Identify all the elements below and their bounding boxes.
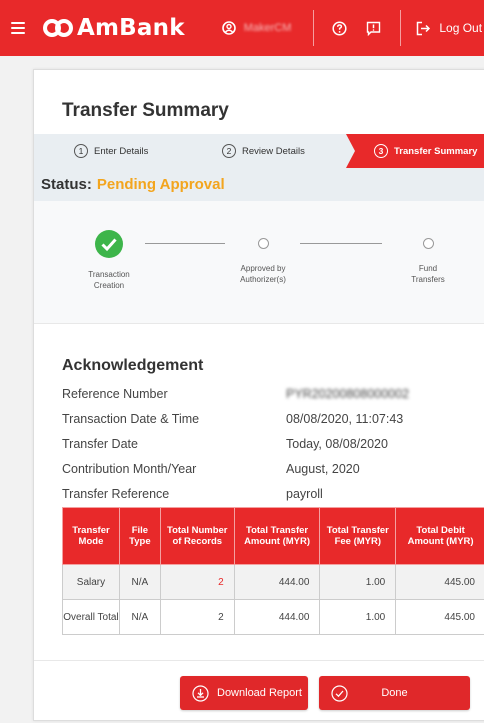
table-cell: 1.00 <box>319 599 397 635</box>
detail-value: 08/08/2020, 11:07:43 <box>286 412 404 426</box>
detail-label: Transaction Date & Time <box>62 412 200 426</box>
progress-label: Transaction <box>88 270 130 279</box>
progress-step-creation: Transaction Creation <box>69 229 149 291</box>
step-review-details: 2 Review Details <box>222 134 305 168</box>
step-enter-details: 1 Enter Details <box>74 134 148 168</box>
top-bar: AmBank MakerCM Log Out <box>0 0 484 56</box>
table-cell-link[interactable]: 2 <box>159 564 235 600</box>
step-label: Review Details <box>242 145 305 157</box>
status-line: Status: Pending Approval <box>34 168 484 201</box>
help-icon[interactable] <box>332 20 347 36</box>
table-header-row: Transfer Mode File Type Total Number of … <box>62 507 484 565</box>
detail-label: Transfer Date <box>62 437 138 451</box>
ambank-logo-icon <box>43 19 73 37</box>
detail-value: Today, 08/08/2020 <box>286 437 388 451</box>
page-title: Transfer Summary <box>62 100 229 121</box>
progress-label: Approved by <box>240 264 286 273</box>
table-cell: 1.00 <box>319 564 397 600</box>
detail-value: August, 2020 <box>286 462 360 476</box>
table-header: File Type <box>118 507 161 565</box>
brand-name: AmBank <box>77 15 185 41</box>
progress-connector <box>300 243 382 244</box>
user-icon <box>221 21 236 35</box>
status-label: Status: <box>41 176 92 193</box>
table-cell: 445.00 <box>395 564 484 600</box>
table-header: Total Transfer Fee (MYR) <box>319 507 397 565</box>
check-icon <box>331 684 348 702</box>
acknowledgement-title: Acknowledgement <box>62 357 204 374</box>
download-report-button[interactable]: Download Report <box>180 676 308 710</box>
detail-value: PYR20200808000002 <box>286 387 410 401</box>
table-cell: 444.00 <box>233 599 321 635</box>
status-value: Pending Approval <box>96 176 225 193</box>
table-cell: Salary <box>62 564 120 600</box>
progress-label: Transfers <box>411 275 445 284</box>
download-icon <box>192 684 209 702</box>
table-cell: Overall Total <box>62 599 120 635</box>
detail-label: Contribution Month/Year <box>62 462 197 476</box>
table-cell: N/A <box>118 564 161 600</box>
detail-label: Reference Number <box>62 387 168 401</box>
table-row: Salary N/A 2 444.00 1.00 445.00 <box>62 564 484 600</box>
progress-connector <box>145 243 225 244</box>
step-transfer-summary: 3 Transfer Summary <box>346 134 484 168</box>
detail-label: Transfer Reference <box>62 487 170 501</box>
feedback-icon[interactable] <box>366 21 381 36</box>
header-divider <box>400 10 402 46</box>
step-number: 2 <box>222 144 236 158</box>
stepper: 1 Enter Details 2 Review Details 3 Trans… <box>34 134 484 168</box>
step-label: Enter Details <box>94 145 149 157</box>
summary-table: Transfer Mode File Type Total Number of … <box>62 507 484 635</box>
table-header: Total Debit Amount (MYR) <box>395 507 484 565</box>
logout-label: Log Out <box>439 21 483 35</box>
download-button-label: Download Report <box>217 687 302 699</box>
detail-value: payroll <box>286 487 323 501</box>
table-cell: 445.00 <box>395 599 484 635</box>
brand-logo[interactable]: AmBank <box>43 15 185 41</box>
logout-button[interactable]: Log Out <box>416 21 482 36</box>
pending-circle-icon <box>257 238 269 249</box>
header-divider <box>313 10 315 46</box>
step-label: Transfer Summary <box>394 145 478 157</box>
footer-divider <box>34 660 484 661</box>
table-cell: 2 <box>159 599 235 635</box>
table-header: Transfer Mode <box>62 507 120 565</box>
table-header: Total Transfer Amount (MYR) <box>233 507 321 565</box>
logout-icon <box>417 21 431 35</box>
transfer-summary-card: Transfer Summary 1 Enter Details 2 Revie… <box>33 69 484 721</box>
menu-icon[interactable] <box>11 19 25 37</box>
user-name: MakerCM <box>243 22 292 34</box>
progress-step-approval: Approved by Authorizer(s) <box>223 238 303 285</box>
user-menu[interactable]: MakerCM <box>221 21 292 35</box>
approval-progress: Transaction Creation Approved by Authori… <box>34 201 484 324</box>
progress-step-fund-transfers: Fund Transfers <box>388 238 468 285</box>
table-cell: N/A <box>118 599 161 635</box>
step-number: 3 <box>374 144 388 158</box>
check-circle-icon <box>95 230 123 258</box>
step-number: 1 <box>74 144 88 158</box>
progress-label: Authorizer(s) <box>240 275 286 284</box>
progress-label: Fund <box>418 264 438 273</box>
pending-circle-icon <box>422 238 434 249</box>
progress-label: Creation <box>93 281 125 290</box>
table-cell: 444.00 <box>233 564 321 600</box>
table-header: Total Number of Records <box>159 507 235 565</box>
done-button[interactable]: Done <box>319 676 470 710</box>
table-row: Overall Total N/A 2 444.00 1.00 445.00 <box>62 599 484 635</box>
